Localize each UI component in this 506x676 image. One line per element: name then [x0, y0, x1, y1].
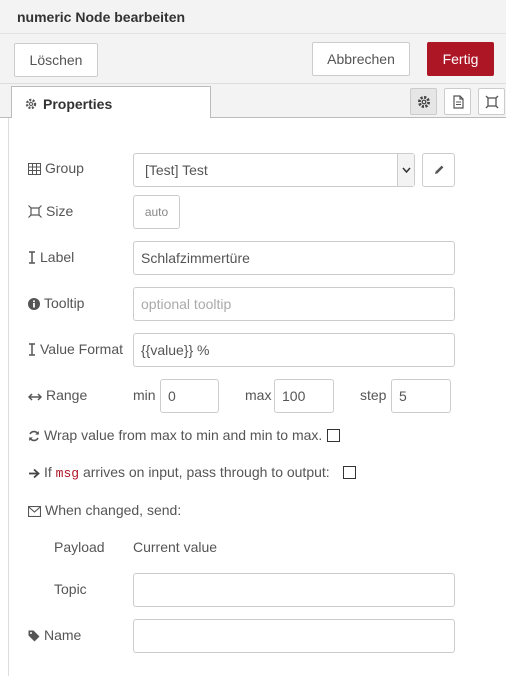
- size-row-label: Size: [28, 203, 73, 219]
- range-max-label: max: [245, 387, 272, 403]
- range-min-input[interactable]: [160, 379, 219, 413]
- gear-icon: [25, 97, 37, 113]
- send-label: When changed, send:: [45, 502, 182, 518]
- done-button[interactable]: Fertig: [427, 42, 494, 76]
- group-row-label: Group: [28, 160, 84, 176]
- wrap-row-label: Wrap value from max to min and min to ma…: [28, 427, 322, 443]
- label-label: Label: [40, 249, 75, 265]
- label-row-label: Label: [28, 249, 74, 265]
- format-row-label: Value Format: [28, 341, 123, 357]
- dialog-button-bar: Löschen Abbrechen Fertig: [0, 34, 506, 84]
- delete-button[interactable]: Löschen: [14, 43, 98, 77]
- label-input[interactable]: [133, 241, 455, 275]
- format-label: Value Format: [40, 341, 123, 357]
- format-input[interactable]: [133, 333, 455, 367]
- name-input[interactable]: [133, 619, 455, 653]
- horizontal-arrows-icon: [27, 387, 46, 403]
- chevron-down-icon: [397, 154, 414, 186]
- tab-properties[interactable]: Properties: [11, 86, 211, 119]
- msg-code: msg: [55, 466, 80, 481]
- tooltip-row-label: Tooltip: [28, 295, 84, 311]
- arrow-right-icon: [28, 464, 44, 480]
- name-label: Name: [44, 627, 82, 643]
- tooltip-input[interactable]: [133, 287, 455, 321]
- group-label: Group: [45, 160, 84, 176]
- passthru-text-before: If: [44, 464, 56, 480]
- size-label: Size: [46, 203, 74, 219]
- range-label: Range: [46, 387, 88, 403]
- range-min-label: min: [133, 387, 156, 403]
- range-max-input[interactable]: [274, 379, 334, 413]
- payload-value: Current value: [133, 539, 218, 555]
- properties-panel: Group [Test] Test Size auto Label Toolti…: [8, 118, 506, 676]
- refresh-icon: [28, 427, 44, 443]
- name-row-label: Name: [28, 627, 81, 643]
- passthru-row-label: If msg arrives on input, pass through to…: [28, 464, 330, 481]
- size-button[interactable]: auto: [133, 195, 180, 229]
- range-row-label: Range: [27, 387, 88, 403]
- passthru-text-after: arrives on input, pass through to output…: [79, 464, 330, 480]
- wrap-checkbox[interactable]: [327, 429, 340, 442]
- appearance-tab-button[interactable]: [478, 88, 505, 115]
- group-select-value: [Test] Test: [145, 162, 208, 178]
- wrap-label: Wrap value from max to min and min to ma…: [44, 427, 323, 443]
- payload-label: Payload: [54, 539, 105, 555]
- expand-icon: [28, 203, 46, 219]
- edit-group-button[interactable]: [422, 153, 455, 187]
- tab-properties-label: Properties: [43, 96, 113, 112]
- tooltip-label: Tooltip: [44, 295, 85, 311]
- range-step-label: step: [360, 387, 387, 403]
- description-tab-button[interactable]: [444, 88, 471, 115]
- range-step-input[interactable]: [391, 379, 451, 413]
- text-cursor-icon: [28, 249, 40, 265]
- info-circle-icon: [28, 295, 44, 311]
- settings-tab-button[interactable]: [410, 88, 437, 115]
- cancel-button[interactable]: Abbrechen: [312, 42, 410, 76]
- send-row-label: When changed, send:: [27, 502, 182, 518]
- topic-label: Topic: [54, 581, 87, 597]
- envelope-icon: [27, 502, 45, 518]
- topic-input[interactable]: [133, 573, 455, 607]
- passthru-checkbox[interactable]: [343, 466, 356, 479]
- dialog-titlebar: numeric Node bearbeiten: [0, 0, 506, 34]
- tag-icon: [28, 627, 44, 643]
- dialog-title: numeric Node bearbeiten: [17, 9, 186, 25]
- table-icon: [28, 160, 45, 176]
- tab-bar: Properties: [0, 84, 506, 119]
- group-select[interactable]: [Test] Test: [133, 153, 415, 187]
- text-cursor-icon: [28, 341, 40, 357]
